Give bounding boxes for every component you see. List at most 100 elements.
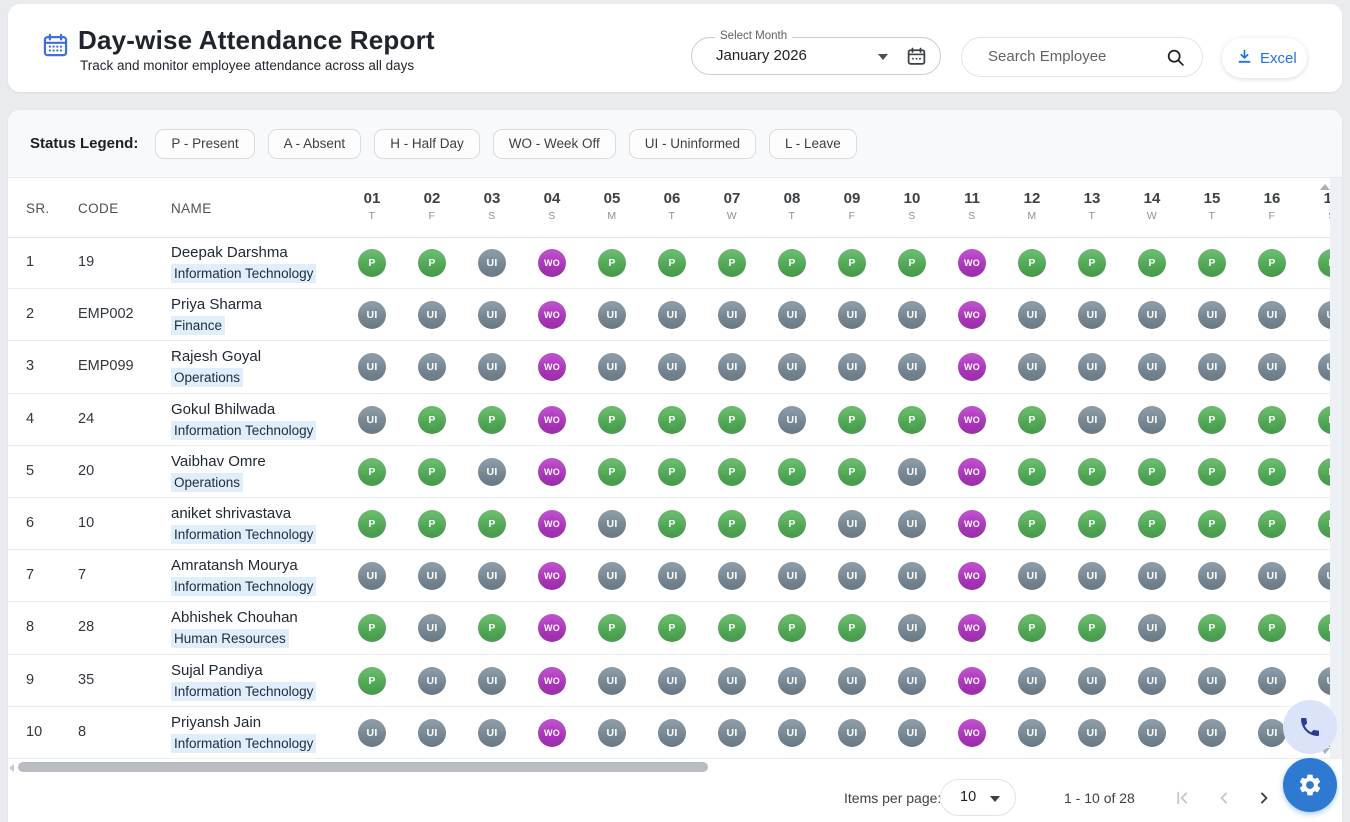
status-badge: UI [1198,562,1226,590]
status-badge: UI [418,562,446,590]
status-badge: UI [898,562,926,590]
status-badge: WO [958,667,986,695]
month-select-field[interactable]: Select Month January 2026 [691,37,941,75]
status-badge: WO [538,614,566,642]
status-badge: UI [778,353,806,381]
search-input[interactable] [986,47,1130,66]
employee-code: 20 [78,463,94,479]
search-icon[interactable] [1165,47,1186,73]
status-badge: UI [1258,562,1286,590]
day-number: 02 [402,190,462,207]
status-badge: P [1138,510,1166,538]
status-badge: UI [598,510,626,538]
status-badge: WO [958,249,986,277]
chevron-down-icon[interactable] [878,54,888,60]
legend-chip: P - Present [155,129,254,159]
status-badge: UI [778,406,806,434]
settings-fab-button[interactable] [1283,758,1337,812]
status-badge: P [598,406,626,434]
status-badge: UI [1138,562,1166,590]
employee-department: Operations [171,473,243,492]
day-number: 04 [522,190,582,207]
employee-code: 28 [78,619,94,635]
status-badge: UI [478,719,506,747]
day-column-header: 06T [642,178,702,222]
status-badge: UI [1018,562,1046,590]
next-page-button[interactable] [1253,788,1275,810]
employee-name: Gokul Bhilwada [171,400,275,420]
day-of-week: T [1182,210,1242,222]
status-badge: P [418,458,446,486]
employee-department: Finance [171,316,225,335]
day-number: 16 [1242,190,1302,207]
day-column-header: 02F [402,178,462,222]
status-badge: UI [1318,301,1330,329]
employee-code: 7 [78,567,86,583]
status-badge: UI [1138,353,1166,381]
search-employee-field[interactable] [961,37,1203,77]
table-row: 424Gokul BhilwadaInformation TechnologyU… [8,394,1330,446]
phone-icon [1298,715,1322,739]
day-of-week: M [582,210,642,222]
status-badge: P [1318,458,1330,486]
status-badge: P [1018,510,1046,538]
status-badge: UI [718,667,746,695]
status-badge: WO [538,301,566,329]
status-badge: P [1198,458,1226,486]
status-badge: UI [1078,667,1106,695]
status-badge: UI [478,458,506,486]
horizontal-scrollbar[interactable] [18,762,708,772]
scroll-left-icon[interactable] [9,764,14,772]
calendar-picker-icon[interactable] [906,46,927,72]
legend-chip: UI - Uninformed [629,129,756,159]
prev-page-icon [1214,788,1234,808]
row-serial: 8 [26,619,34,635]
status-badge: P [778,249,806,277]
status-badge: UI [1018,353,1046,381]
status-badge: UI [418,301,446,329]
status-legend-chips: P - PresentA - AbsentH - Half DayWO - We… [155,129,856,159]
status-badge: UI [838,667,866,695]
status-badge: UI [1078,719,1106,747]
status-badge: P [478,614,506,642]
status-badge: P [838,614,866,642]
status-badge: UI [418,719,446,747]
status-badge: UI [1138,719,1166,747]
day-column-header: 05M [582,178,642,222]
excel-export-button[interactable]: Excel [1222,38,1307,78]
column-header-sr: SR. [26,201,50,216]
items-per-page-select[interactable]: 10 [940,779,1016,816]
status-legend-title: Status Legend: [30,135,138,152]
day-number: 11 [942,190,1002,207]
status-badge: UI [1018,719,1046,747]
call-fab-button[interactable] [1283,700,1337,754]
table-row: 520Vaibhav OmreOperationsPPUIWOPPPPPUIWO… [8,446,1330,498]
status-badge: P [778,614,806,642]
status-badge: UI [838,719,866,747]
column-header-code: CODE [78,201,119,216]
status-badge: UI [1078,301,1106,329]
month-select-label: Select Month [715,30,792,42]
table-row: 610aniket shrivastavaInformation Technol… [8,498,1330,550]
calendar-icon [42,32,69,73]
day-of-week: T [642,210,702,222]
status-badge: P [1138,249,1166,277]
status-badge: UI [1138,301,1166,329]
status-badge: UI [838,301,866,329]
status-badge: UI [598,353,626,381]
scroll-up-icon[interactable] [1320,184,1330,190]
first-page-button[interactable] [1171,788,1193,810]
legend-chip: H - Half Day [374,129,480,159]
status-badge: P [718,510,746,538]
day-of-week: S [522,210,582,222]
status-badge: WO [958,301,986,329]
status-badge: UI [598,667,626,695]
previous-page-button[interactable] [1213,788,1235,810]
status-badge: UI [598,301,626,329]
status-badge: P [1198,249,1226,277]
title-block: Day-wise Attendance Report Track and mon… [42,23,435,73]
status-badge: UI [778,301,806,329]
page-subtitle: Track and monitor employee attendance ac… [80,58,435,73]
status-badge: UI [898,301,926,329]
attendance-table: SR. CODE NAME 01T02F03S04S05M06T07W08T09… [8,178,1330,770]
